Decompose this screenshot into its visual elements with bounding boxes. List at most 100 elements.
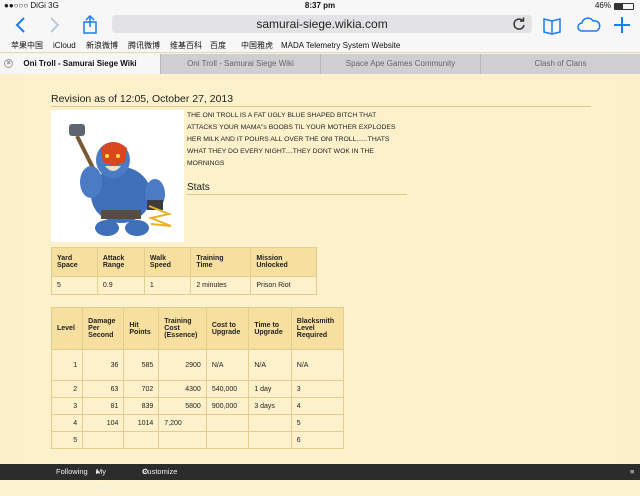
cell-yard-space: 5 [51, 276, 98, 295]
tab-space-ape-community[interactable]: Space Ape Games Community [320, 54, 480, 74]
clock: 8:37 pm [304, 1, 336, 10]
wikia-toolbar: Following ▸ My Tools ⚙ Customize ≡ [0, 464, 640, 492]
cell-training-time: 2 minutes [190, 276, 252, 295]
cell-hit-points: 585 [123, 349, 160, 381]
cell-blacksmith-level: 5 [290, 414, 345, 432]
table-row: 2 63 702 4300 540,000 1 day 3 [50, 380, 345, 398]
bookmark-item[interactable]: 维基百科 [170, 38, 202, 53]
table-row: 5 6 [50, 431, 345, 449]
cell-cost-to-upgrade: 900,000 [205, 397, 250, 415]
menu-handle-icon[interactable]: ≡ [630, 464, 634, 480]
tab-clash-of-clans[interactable]: Clash of Clans [480, 54, 640, 74]
tab-oni-troll[interactable]: Oni Troll - Samurai Siege Wiki [160, 54, 320, 74]
battery-icon [614, 2, 634, 10]
tab-label: Oni Troll - Samurai Siege Wiki [23, 59, 137, 68]
cell-hit-points: 839 [123, 397, 160, 415]
bookmark-item[interactable]: 腾讯微博 [128, 38, 160, 53]
cell-training-cost [158, 431, 207, 449]
header-training-cost: Training Cost (Essence) [158, 307, 207, 350]
icloud-tabs-icon[interactable] [576, 15, 602, 35]
battery-percent: 46% [594, 1, 611, 10]
my-tools-label: My Tools [96, 467, 114, 492]
table-row: 1 36 585 2900 N/A N/A N/A [50, 349, 345, 381]
cell-dps: 104 [82, 414, 125, 432]
cell-blacksmith-level: 3 [290, 380, 345, 398]
bookmarks-bar: 苹果中国 iCloud 新浪微博 腾讯微博 维基百科 百度 中国雅虎 MADA … [0, 38, 640, 53]
stats-table: Yard Space Attack Range Walk Speed Training… [51, 247, 317, 295]
cell-training-cost: 2900 [158, 349, 207, 381]
customize-label: Customize [142, 467, 178, 476]
cell-dps: 36 [82, 349, 125, 381]
cell-hit-points: 1014 [123, 414, 160, 432]
cell-dps [82, 431, 125, 449]
cell-level: 3 [50, 397, 84, 415]
divider [187, 194, 407, 195]
header-yard-space: Yard Space [51, 247, 98, 277]
new-tab-plus-icon[interactable] [612, 15, 632, 35]
table-row: 3 81 839 5800 900,000 3 days 4 [50, 397, 345, 415]
table-row: 4 104 1014 7,200 5 [50, 414, 345, 432]
header-dps: Damage Per Second [82, 307, 125, 350]
bookmark-item[interactable]: MADA Telemetry System Website [281, 38, 400, 53]
cell-mission-unlocked[interactable]: Prison Riot [250, 276, 317, 295]
header-level: Level [50, 307, 84, 350]
cell-blacksmith-level: N/A [290, 349, 345, 381]
bookmark-item[interactable]: 百度 [210, 38, 226, 53]
cell-level: 5 [50, 431, 84, 449]
bookmarks-book-icon[interactable] [542, 15, 562, 35]
forward-arrow-icon[interactable] [44, 15, 64, 35]
cell-cost-to-upgrade: N/A [205, 349, 250, 381]
cell-time-to-upgrade [248, 414, 292, 432]
address-bar[interactable]: samurai-siege.wikia.com [112, 15, 532, 33]
cell-cost-to-upgrade [205, 431, 250, 449]
cell-level: 2 [50, 380, 84, 398]
level-header-row: Level Damage Per Second Hit Points Training… [50, 307, 345, 350]
cell-time-to-upgrade: 3 days [248, 397, 292, 415]
cell-attack-range: 0.9 [96, 276, 145, 295]
header-attack-range: Attack Range [96, 247, 145, 277]
following-link[interactable]: Following [56, 464, 88, 480]
back-arrow-icon[interactable] [12, 15, 32, 35]
tab-oni-troll-active[interactable]: × Oni Troll - Samurai Siege Wiki [0, 54, 160, 74]
browser-toolbar: samurai-siege.wikia.com [0, 12, 640, 38]
tab-label: Space Ape Games Community [345, 59, 456, 68]
cell-time-to-upgrade [248, 431, 292, 449]
cell-blacksmith-level: 4 [290, 397, 345, 415]
cell-training-cost: 7,200 [158, 414, 207, 432]
cell-hit-points [123, 431, 160, 449]
cell-training-cost: 4300 [158, 380, 207, 398]
bookmark-item[interactable]: iCloud [53, 38, 76, 53]
stats-heading: Stats [187, 182, 210, 193]
revision-title: Revision as of 12:05, October 27, 2013 [51, 93, 234, 105]
url-text: samurai-siege.wikia.com [256, 17, 388, 31]
cell-time-to-upgrade: N/A [248, 349, 292, 381]
bookmark-item[interactable]: 中国雅虎 [241, 38, 273, 53]
header-walk-speed: Walk Speed [143, 247, 192, 277]
cell-hit-points: 702 [123, 380, 160, 398]
cell-dps: 63 [82, 380, 125, 398]
bookmark-item[interactable]: 苹果中国 [11, 38, 43, 53]
troll-description: THE ONI TROLL IS A FAT UGLY BLUE SHAPED … [187, 112, 396, 167]
reload-icon[interactable] [512, 17, 526, 31]
cell-training-cost: 5800 [158, 397, 207, 415]
cell-blacksmith-level: 6 [290, 431, 345, 449]
header-mission-unlocked: Mission Unlocked [250, 247, 317, 277]
header-blacksmith-level: Blacksmith Level Required [290, 307, 345, 350]
cell-time-to-upgrade: 1 day [248, 380, 292, 398]
tab-label: Clash of Clans [534, 59, 587, 68]
status-bar: ●●○○○ DiGi 3G 8:37 pm 46% [0, 0, 640, 12]
cell-cost-to-upgrade [205, 414, 250, 432]
cell-level: 1 [50, 349, 84, 381]
share-icon[interactable] [80, 15, 100, 35]
oni-troll-image[interactable] [51, 110, 184, 242]
battery-status: 46% [595, 0, 634, 12]
cell-dps: 81 [82, 397, 125, 415]
cell-cost-to-upgrade: 540,000 [205, 380, 250, 398]
bookmark-item[interactable]: 新浪微博 [86, 38, 118, 53]
level-table: Level Damage Per Second Hit Points Training… [50, 307, 345, 449]
header-cost-to-upgrade: Cost to Upgrade [205, 307, 250, 350]
header-training-time: Training Time [190, 247, 252, 277]
tab-bar: × Oni Troll - Samurai Siege Wiki Oni Tro… [0, 54, 640, 74]
close-tab-icon[interactable]: × [4, 59, 13, 68]
tab-label: Oni Troll - Samurai Siege Wiki [187, 59, 294, 68]
